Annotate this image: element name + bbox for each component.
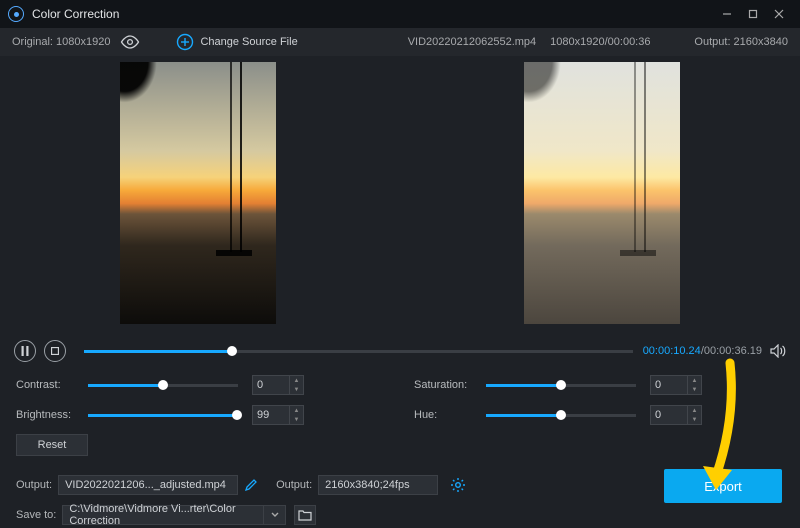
- hue-step-up[interactable]: ▲: [688, 406, 701, 415]
- output-filename-box: VID2022021206..._adjusted.mp4: [58, 475, 238, 495]
- change-source-label: Change Source File: [200, 36, 297, 48]
- output-format-label: Output:: [276, 479, 312, 491]
- preview-adjusted: [524, 62, 680, 324]
- original-resolution-label: Original: 1080x1920: [12, 36, 110, 48]
- output-file-label: Output:: [16, 479, 52, 491]
- saturation-step-down[interactable]: ▼: [688, 385, 701, 394]
- hue-label: Hue:: [414, 409, 486, 421]
- plus-circle-icon: [176, 33, 194, 51]
- saturation-row: Saturation: 0▲▼: [414, 372, 784, 398]
- contrast-step-up[interactable]: ▲: [290, 376, 303, 385]
- change-source-button[interactable]: Change Source File: [176, 33, 297, 51]
- hue-step-down[interactable]: ▼: [688, 415, 701, 424]
- saturation-label: Saturation:: [414, 379, 486, 391]
- hue-slider[interactable]: [486, 414, 636, 417]
- reset-button[interactable]: Reset: [16, 434, 88, 456]
- preview-original: [120, 62, 276, 324]
- save-path-box: C:\Vidmore\Vidmore Vi...rter\Color Corre…: [62, 505, 264, 525]
- adjustment-panel: Contrast: 0▲▼ Saturation: 0▲▼ Brightness…: [0, 366, 800, 430]
- timeline-thumb[interactable]: [227, 346, 237, 356]
- close-button[interactable]: [766, 0, 792, 28]
- saturation-slider[interactable]: [486, 384, 636, 387]
- stop-button[interactable]: [44, 340, 66, 362]
- maximize-button[interactable]: [740, 0, 766, 28]
- saturation-value-input[interactable]: 0▲▼: [650, 375, 702, 395]
- playback-bar: 00:00:10.24/00:00:36.19: [0, 336, 800, 366]
- brightness-label: Brightness:: [16, 409, 88, 421]
- brightness-step-up[interactable]: ▲: [290, 406, 303, 415]
- folder-icon: [298, 509, 312, 521]
- output-format-box: 2160x3840;24fps: [318, 475, 438, 495]
- contrast-value-input[interactable]: 0▲▼: [252, 375, 304, 395]
- brightness-slider[interactable]: [88, 414, 238, 417]
- save-row: Save to: C:\Vidmore\Vidmore Vi...rter\Co…: [0, 502, 800, 528]
- current-time: 00:00:10.24: [643, 345, 701, 357]
- contrast-step-down[interactable]: ▼: [290, 385, 303, 394]
- hue-value-input[interactable]: 0▲▼: [650, 405, 702, 425]
- brightness-row: Brightness: 99▲▼: [16, 402, 386, 428]
- title-bar: Color Correction: [0, 0, 800, 28]
- export-button[interactable]: Export: [664, 469, 782, 503]
- contrast-label: Contrast:: [16, 379, 88, 391]
- saturation-step-up[interactable]: ▲: [688, 376, 701, 385]
- edit-filename-icon[interactable]: [244, 478, 258, 492]
- time-display: 00:00:10.24/00:00:36.19: [643, 345, 762, 357]
- settings-icon[interactable]: [450, 477, 466, 493]
- contrast-row: Contrast: 0▲▼: [16, 372, 386, 398]
- minimize-button[interactable]: [714, 0, 740, 28]
- app-logo-icon: [8, 6, 24, 22]
- brightness-value-input[interactable]: 99▲▼: [252, 405, 304, 425]
- save-path-dropdown[interactable]: [264, 505, 286, 525]
- preview-toggle-icon[interactable]: [120, 35, 140, 49]
- total-time: 00:00:36.19: [704, 345, 762, 357]
- output-resolution-label: Output: 2160x3840: [694, 36, 788, 48]
- open-folder-button[interactable]: [294, 505, 316, 525]
- brightness-step-down[interactable]: ▼: [290, 415, 303, 424]
- chevron-down-icon: [271, 512, 279, 518]
- contrast-slider[interactable]: [88, 384, 238, 387]
- timeline-slider[interactable]: [84, 350, 633, 353]
- pause-button[interactable]: [14, 340, 36, 362]
- volume-icon[interactable]: [770, 344, 786, 358]
- source-filename: VID20220212062552.mp4: [408, 36, 536, 48]
- hue-row: Hue: 0▲▼: [414, 402, 784, 428]
- source-meta: 1080x1920/00:00:36: [550, 36, 650, 48]
- timeline-progress: [84, 350, 232, 353]
- preview-area: [0, 56, 800, 328]
- info-bar: Original: 1080x1920 Change Source File V…: [0, 28, 800, 56]
- window-title: Color Correction: [32, 7, 119, 21]
- save-to-label: Save to:: [16, 509, 56, 521]
